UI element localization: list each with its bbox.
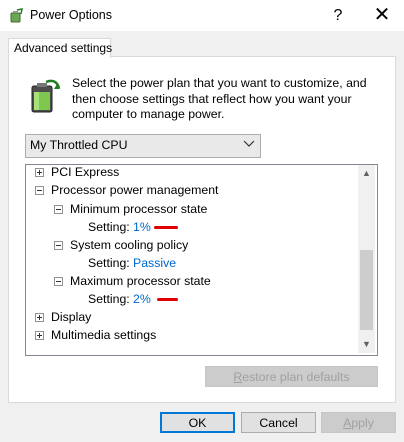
apply-label: pply	[351, 416, 374, 430]
scroll-thumb[interactable]	[360, 250, 373, 330]
window-title: Power Options	[30, 8, 112, 22]
tree-item-system-cooling-policy[interactable]: System cooling policy	[70, 238, 188, 252]
tree-item-maximum-processor-state[interactable]: Maximum processor state	[70, 274, 211, 288]
apply-button[interactable]: Apply	[321, 412, 396, 433]
help-button[interactable]: ?	[316, 0, 360, 31]
scroll-up-icon[interactable]: ▲	[358, 165, 375, 182]
tree-item-minimum-processor-state[interactable]: Minimum processor state	[70, 202, 207, 216]
cooling-policy-value[interactable]: Passive	[133, 256, 176, 270]
tree-item-multimedia-settings[interactable]: Multimedia settings	[51, 328, 156, 342]
power-plan-selected: My Throttled CPU	[30, 138, 128, 152]
battery-plan-icon	[26, 78, 62, 114]
close-button[interactable]: ✕	[360, 0, 404, 31]
expand-icon[interactable]	[35, 331, 44, 340]
expand-icon[interactable]	[35, 168, 44, 177]
collapse-icon[interactable]	[54, 241, 63, 250]
ok-button[interactable]: OK	[160, 412, 235, 433]
power-options-icon	[8, 8, 24, 24]
cancel-button[interactable]: Cancel	[241, 412, 316, 433]
annotation-underline	[154, 226, 178, 229]
max-state-value[interactable]: 2%	[133, 292, 151, 306]
restore-accelerator: R	[233, 370, 243, 384]
collapse-icon[interactable]	[35, 186, 44, 195]
tree-item-processor-power-management[interactable]: Processor power management	[51, 183, 218, 197]
restore-plan-defaults-button[interactable]: Restore plan defaults	[205, 366, 378, 387]
expand-icon[interactable]	[35, 313, 44, 322]
restore-label: estore plan defaults	[242, 370, 350, 384]
annotation-underline	[157, 298, 178, 301]
tree-item-pci-express[interactable]: PCI Express	[51, 165, 119, 179]
intro-text: Select the power plan that you want to c…	[72, 76, 367, 121]
tree-item-display[interactable]: Display	[51, 310, 91, 324]
setting-label: Setting:	[88, 256, 130, 270]
setting-label: Setting:	[88, 220, 130, 234]
tab-advanced-settings-label: Advanced settings	[14, 41, 113, 55]
scroll-down-icon[interactable]: ▼	[358, 336, 375, 353]
chevron-down-icon	[243, 136, 255, 152]
setting-label: Setting:	[88, 292, 130, 306]
collapse-icon[interactable]	[54, 205, 63, 214]
min-state-value[interactable]: 1%	[133, 220, 151, 234]
collapse-icon[interactable]	[54, 277, 63, 286]
